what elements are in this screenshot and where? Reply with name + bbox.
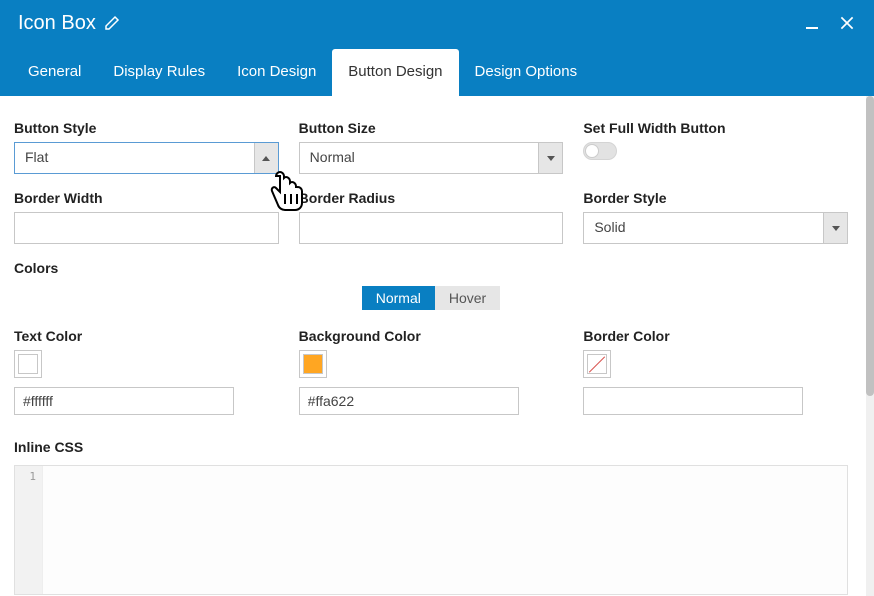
modal-header: Icon Box xyxy=(0,0,874,46)
button-size-toggle[interactable] xyxy=(538,143,562,173)
edit-icon[interactable] xyxy=(104,15,120,31)
minimize-icon[interactable] xyxy=(804,15,820,31)
bg-color-input[interactable] xyxy=(299,387,519,415)
text-color-input[interactable] xyxy=(14,387,234,415)
modal-title: Icon Box xyxy=(18,12,96,35)
border-radius-label: Border Radius xyxy=(299,190,564,206)
editor-body[interactable] xyxy=(43,466,847,594)
swatch-preview xyxy=(18,354,38,374)
button-size-select[interactable]: Normal xyxy=(299,142,564,174)
inline-css-editor[interactable]: 1 xyxy=(14,465,848,595)
chevron-down-icon xyxy=(832,226,840,231)
border-color-input[interactable] xyxy=(583,387,803,415)
swatch-preview xyxy=(303,354,323,374)
text-color-label: Text Color xyxy=(14,328,279,344)
scroll-thumb[interactable] xyxy=(866,96,874,396)
close-icon[interactable] xyxy=(838,14,856,32)
border-style-select[interactable]: Solid xyxy=(583,212,848,244)
tab-display-rules[interactable]: Display Rules xyxy=(97,49,221,96)
text-color-swatch[interactable] xyxy=(14,350,42,378)
tab-bar: General Display Rules Icon Design Button… xyxy=(0,46,874,96)
button-size-label: Button Size xyxy=(299,120,564,136)
chevron-up-icon xyxy=(262,156,270,161)
state-tab-normal[interactable]: Normal xyxy=(362,286,435,310)
tab-general[interactable]: General xyxy=(12,49,97,96)
button-style-value: Flat xyxy=(15,143,254,173)
tab-icon-design[interactable]: Icon Design xyxy=(221,49,332,96)
editor-gutter: 1 xyxy=(15,466,43,594)
button-style-toggle[interactable] xyxy=(254,143,278,173)
vertical-scrollbar[interactable] xyxy=(866,96,874,596)
full-width-toggle[interactable] xyxy=(583,142,617,160)
tab-button-design[interactable]: Button Design xyxy=(332,49,458,96)
bg-color-swatch[interactable] xyxy=(299,350,327,378)
colors-heading: Colors xyxy=(14,260,848,276)
border-width-label: Border Width xyxy=(14,190,279,206)
inline-css-label: Inline CSS xyxy=(14,439,848,455)
toggle-knob xyxy=(585,144,599,158)
button-size-value: Normal xyxy=(300,143,539,173)
state-tabs: Normal Hover xyxy=(14,286,848,310)
border-style-label: Border Style xyxy=(583,190,848,206)
border-style-toggle[interactable] xyxy=(823,213,847,243)
border-width-input[interactable] xyxy=(14,212,279,244)
swatch-preview-empty xyxy=(587,354,607,374)
border-color-label: Border Color xyxy=(583,328,848,344)
panel-body: Button Style Flat Button Size Normal Set… xyxy=(0,96,866,596)
full-width-label: Set Full Width Button xyxy=(583,120,848,136)
bg-color-label: Background Color xyxy=(299,328,564,344)
border-color-swatch[interactable] xyxy=(583,350,611,378)
border-style-value: Solid xyxy=(584,213,823,243)
border-radius-input[interactable] xyxy=(299,212,564,244)
chevron-down-icon xyxy=(547,156,555,161)
state-tab-hover[interactable]: Hover xyxy=(435,286,500,310)
button-style-select[interactable]: Flat xyxy=(14,142,279,174)
button-style-label: Button Style xyxy=(14,120,279,136)
tab-design-options[interactable]: Design Options xyxy=(459,49,594,96)
